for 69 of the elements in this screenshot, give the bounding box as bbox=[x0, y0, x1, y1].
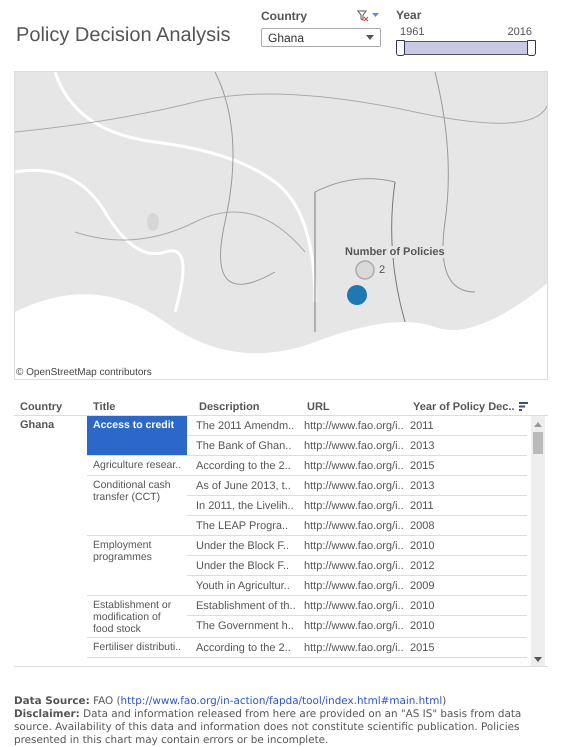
scrollbar[interactable] bbox=[531, 416, 545, 666]
table-cell-text: 2015 bbox=[409, 642, 436, 654]
table-cell-text: 2011 bbox=[409, 500, 435, 512]
column-header[interactable]: Country bbox=[14, 400, 87, 412]
slider-handle[interactable] bbox=[396, 40, 405, 56]
range-start: 1961 bbox=[400, 26, 424, 38]
table-cell-text: http://www.fao.org/i.. bbox=[303, 560, 401, 572]
table-cell-text: 2010 bbox=[409, 620, 436, 632]
table-cell-text: http://www.fao.org/i.. bbox=[303, 580, 401, 592]
table-cell-text: http://www.fao.org/i.. bbox=[303, 600, 401, 612]
table-cell-text: Under the Block F.. bbox=[195, 540, 290, 552]
table-cell-text: The Government h.. bbox=[195, 620, 295, 632]
table-cell-text: The LEAP Progra.. bbox=[195, 520, 290, 532]
table-cell-text: http://www.fao.org/i.. bbox=[303, 460, 401, 472]
filter-label: Year bbox=[396, 8, 422, 22]
table-cell-text: 2012 bbox=[409, 560, 436, 572]
table-cell-text: According to the 2.. bbox=[195, 460, 292, 472]
table-cell-text: 2008 bbox=[409, 520, 436, 532]
table-cell-text: 2010 bbox=[409, 540, 436, 552]
table-cell-text: http://www.fao.org/i.. bbox=[303, 480, 401, 492]
table-cell-text: 2015 bbox=[409, 460, 436, 472]
column-header[interactable]: Title bbox=[87, 400, 193, 412]
table-cell-text: http://www.fao.org/i.. bbox=[303, 620, 401, 632]
table-cell-text: As of June 2013, t.. bbox=[195, 480, 292, 492]
country-dropdown[interactable]: Ghana bbox=[261, 28, 381, 47]
table-cell-text: http://www.fao.org/i.. bbox=[303, 540, 401, 552]
scroll-thumb[interactable] bbox=[533, 432, 543, 454]
table-cell-text: The 2011 Amendm.. bbox=[195, 420, 295, 432]
range-end: 2016 bbox=[508, 26, 532, 38]
table-cell-text: http://www.fao.org/i.. bbox=[303, 642, 401, 654]
table-cell-text: The Bank of Ghan.. bbox=[195, 440, 292, 452]
sort-icon[interactable] bbox=[518, 402, 528, 411]
table-cell-text: Under the Block F.. bbox=[195, 560, 290, 572]
title-cell[interactable]: Fertiliser distributi.. bbox=[87, 638, 187, 657]
table-cell-text: http://www.fao.org/i.. bbox=[303, 520, 401, 532]
legend-value: 2 bbox=[379, 264, 386, 276]
table-cell-text: According to the 2.. bbox=[195, 642, 292, 654]
slider-handle[interactable] bbox=[527, 40, 536, 56]
table-cell-text: http://www.fao.org/i.. bbox=[303, 420, 401, 432]
legend-title: Number of Policies bbox=[345, 246, 445, 258]
title-cell[interactable]: Employment programmes bbox=[87, 536, 187, 595]
table-cell-text: http://www.fao.org/i.. bbox=[303, 440, 401, 452]
table-cell-text: Ghana bbox=[19, 418, 56, 433]
title-cell[interactable]: Agriculture resear.. bbox=[87, 456, 187, 475]
map-attribution: © OpenStreetMap contributors bbox=[16, 367, 152, 378]
table-cell-text: 2009 bbox=[409, 580, 436, 592]
title-cell[interactable]: Establishment or modification of food stock bbox=[87, 596, 187, 637]
caret-icon bbox=[366, 35, 374, 40]
title-cell[interactable]: Conditional cash transfer (CCT) bbox=[87, 476, 187, 535]
table-cell-text: Youth in Agricultur.. bbox=[195, 580, 291, 592]
table-cell-text: 2013 bbox=[409, 440, 436, 452]
table-cell-text: 2010 bbox=[409, 600, 436, 612]
clear-filter-icon[interactable] bbox=[357, 10, 381, 22]
table-cell-text: In 2011, the Livelih.. bbox=[195, 500, 295, 512]
filter-label: Country bbox=[261, 9, 307, 23]
column-header[interactable]: Description bbox=[193, 400, 301, 412]
source-link[interactable]: http://www.fao.org/in-action/fapda/tool/index.html#main.html bbox=[120, 695, 442, 707]
scroll-down-icon[interactable] bbox=[534, 657, 542, 662]
table-cell-text: 2011 bbox=[409, 420, 435, 432]
table-cell-text: 2013 bbox=[409, 480, 436, 492]
size-legend-icon bbox=[355, 260, 375, 280]
title-cell[interactable]: Access to credit bbox=[87, 416, 187, 455]
disclaimer-text: Disclaimer: Data and information released from here are provided on an "AS IS" basis from data source. Availability of this data and information does not constitute scientific publication. Policies presented in this chart may contain errors or be incomplete. bbox=[14, 708, 522, 747]
table-cell-text: http://www.fao.org/i.. bbox=[303, 500, 401, 512]
data-source-text: Data Source: FAO (http://www.fao.org/in-action/fapda/tool/index.html#main.html) bbox=[14, 695, 448, 708]
column-header[interactable]: URL bbox=[301, 400, 407, 412]
page-title: Policy Decision Analysis bbox=[16, 24, 232, 47]
column-header[interactable]: Year of Policy Dec.. bbox=[407, 400, 534, 412]
table-cell-text: Establishment of th.. bbox=[195, 600, 295, 612]
